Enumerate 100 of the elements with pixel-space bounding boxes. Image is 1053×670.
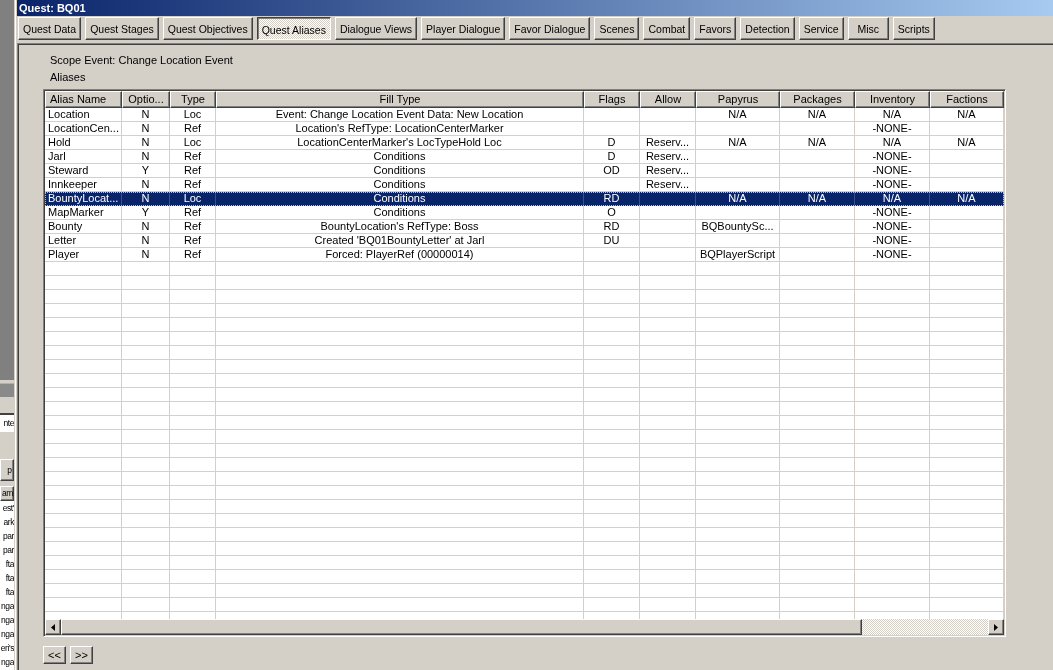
table-cell: Hold bbox=[45, 136, 122, 150]
table-cell: BQPlayerScript bbox=[696, 248, 780, 262]
left-triangle-icon bbox=[51, 623, 55, 631]
list-item[interactable]: fta bbox=[0, 585, 14, 599]
table-cell: LocationCen... bbox=[45, 122, 122, 136]
cut-off-button[interactable]: p bbox=[0, 459, 14, 481]
column-header[interactable]: Inventory bbox=[855, 91, 930, 108]
list-item[interactable]: ark bbox=[0, 515, 14, 529]
tab[interactable]: Misc bbox=[847, 17, 889, 40]
tab[interactable]: Detection bbox=[740, 17, 795, 40]
table-cell: -NONE- bbox=[855, 248, 930, 262]
table-cell: N/A bbox=[930, 192, 1004, 206]
table-row[interactable]: LocationCen... N Ref Location's RefType: LocationCenterMarker -NONE- bbox=[45, 122, 1004, 136]
text-field[interactable]: nte bbox=[0, 413, 14, 432]
window-title: Quest: BQ01 bbox=[19, 1, 86, 15]
column-header[interactable]: Fill Type bbox=[216, 91, 584, 108]
table-cell: Conditions bbox=[216, 192, 584, 206]
column-header[interactable]: Packages bbox=[780, 91, 855, 108]
table-row[interactable]: Letter N Ref Created 'BQ01BountyLetter' at Jarl DU -NONE- bbox=[45, 234, 1004, 248]
tab[interactable]: Quest Aliases bbox=[256, 17, 331, 40]
table-row[interactable]: Jarl N Ref Conditions D Reserv... -NONE- bbox=[45, 150, 1004, 164]
section-label: Aliases bbox=[50, 71, 86, 84]
table-cell: N/A bbox=[780, 192, 855, 206]
column-header[interactable]: Papyrus bbox=[696, 91, 780, 108]
table-cell: N/A bbox=[780, 136, 855, 150]
table-cell: N bbox=[122, 248, 170, 262]
column-header[interactable]: Alias Name bbox=[45, 91, 122, 108]
table-cell: RD bbox=[584, 220, 640, 234]
table-cell: DU bbox=[584, 234, 640, 248]
table-cell: N/A bbox=[855, 136, 930, 150]
table-cell: Ref bbox=[170, 234, 216, 248]
tab[interactable]: Scenes bbox=[594, 17, 640, 40]
column-header[interactable]: Optio... bbox=[122, 91, 170, 108]
tab[interactable]: Service bbox=[798, 17, 844, 40]
list-item[interactable]: nga bbox=[0, 655, 14, 669]
scroll-left-button[interactable] bbox=[45, 619, 61, 635]
table-cell: LocationCenterMarker's LocTypeHold Loc bbox=[216, 136, 584, 150]
list-item[interactable]: par bbox=[0, 529, 14, 543]
table-cell: -NONE- bbox=[855, 150, 930, 164]
list-item[interactable]: fta bbox=[0, 571, 14, 585]
next-button[interactable]: >> bbox=[70, 646, 93, 664]
table-cell: Reserv... bbox=[640, 150, 696, 164]
table-cell: N/A bbox=[696, 136, 780, 150]
column-header[interactable]: Factions bbox=[930, 91, 1004, 108]
table-cell: MapMarker bbox=[45, 206, 122, 220]
table-cell: N bbox=[122, 150, 170, 164]
previous-button[interactable]: << bbox=[43, 646, 66, 664]
table-cell: N/A bbox=[855, 108, 930, 122]
table-cell: Event: Change Location Event Data: New Location bbox=[216, 108, 584, 122]
table-row[interactable]: Player N Ref Forced: PlayerRef (00000014) BQPlayerScript -NONE- bbox=[45, 248, 1004, 262]
tab[interactable]: Quest Objectives bbox=[162, 17, 253, 40]
horizontal-scrollbar[interactable] bbox=[45, 619, 1004, 635]
tab[interactable]: Player Dialogue bbox=[421, 17, 506, 40]
table-row[interactable]: MapMarker Y Ref Conditions O -NONE- bbox=[45, 206, 1004, 220]
table-cell: N/A bbox=[930, 108, 1004, 122]
table-cell: N/A bbox=[780, 108, 855, 122]
table-row[interactable]: BountyLocat... N Loc Conditions RD N/A N/A N/A N/A bbox=[45, 192, 1004, 206]
table-cell: Y bbox=[122, 206, 170, 220]
column-header[interactable]: am bbox=[0, 486, 14, 501]
table-cell: N bbox=[122, 220, 170, 234]
tab[interactable]: Dialogue Views bbox=[334, 17, 418, 40]
scrollbar-thumb[interactable] bbox=[61, 619, 862, 635]
tab[interactable]: Quest Stages bbox=[85, 17, 159, 40]
list-item[interactable]: nga bbox=[0, 627, 14, 641]
table-cell: OD bbox=[584, 164, 640, 178]
tab[interactable]: Combat bbox=[643, 17, 691, 40]
table-cell: D bbox=[584, 150, 640, 164]
table-row[interactable]: Bounty N Ref BountyLocation's RefType: Boss RD BQBountySc... -NONE- bbox=[45, 220, 1004, 234]
column-header[interactable]: Type bbox=[170, 91, 216, 108]
table-cell: Conditions bbox=[216, 206, 584, 220]
list-item[interactable]: nga bbox=[0, 599, 14, 613]
list-item[interactable]: eri's bbox=[0, 641, 14, 655]
table-cell: Location's RefType: LocationCenterMarker bbox=[216, 122, 584, 136]
column-header[interactable]: Allow bbox=[640, 91, 696, 108]
table-row[interactable]: Hold N Loc LocationCenterMarker's LocTypeHold Loc D Reserv... N/A N/A N/A N/A bbox=[45, 136, 1004, 150]
table-cell: N/A bbox=[696, 192, 780, 206]
list-item[interactable]: fta bbox=[0, 557, 14, 571]
scroll-right-button[interactable] bbox=[988, 619, 1004, 635]
table-cell: Location bbox=[45, 108, 122, 122]
table-cell: Ref bbox=[170, 122, 216, 136]
table-row[interactable]: Location N Loc Event: Change Location Event Data: New Location N/A N/A N/A N/A bbox=[45, 108, 1004, 122]
table-cell: N/A bbox=[855, 192, 930, 206]
table-cell: Player bbox=[45, 248, 122, 262]
table-cell: N/A bbox=[930, 136, 1004, 150]
table-cell: Forced: PlayerRef (00000014) bbox=[216, 248, 584, 262]
scope-event-label: Scope Event: Change Location Event bbox=[50, 54, 233, 67]
table-cell: BountyLocat... bbox=[45, 192, 122, 206]
list-item[interactable]: par bbox=[0, 543, 14, 557]
table-cell: Loc bbox=[170, 108, 216, 122]
table-cell: Reserv... bbox=[640, 136, 696, 150]
table-cell: Conditions bbox=[216, 150, 584, 164]
tab[interactable]: Scripts bbox=[892, 17, 935, 40]
list-item[interactable]: est' bbox=[0, 501, 14, 515]
tab[interactable]: Favors bbox=[694, 17, 737, 40]
tab[interactable]: Quest Data bbox=[18, 17, 82, 40]
list-item[interactable]: nga bbox=[0, 613, 14, 627]
column-header[interactable]: Flags bbox=[584, 91, 640, 108]
tab[interactable]: Favor Dialogue bbox=[509, 17, 591, 40]
table-row[interactable]: Steward Y Ref Conditions OD Reserv... -NONE- bbox=[45, 164, 1004, 178]
table-cell: -NONE- bbox=[855, 206, 930, 220]
